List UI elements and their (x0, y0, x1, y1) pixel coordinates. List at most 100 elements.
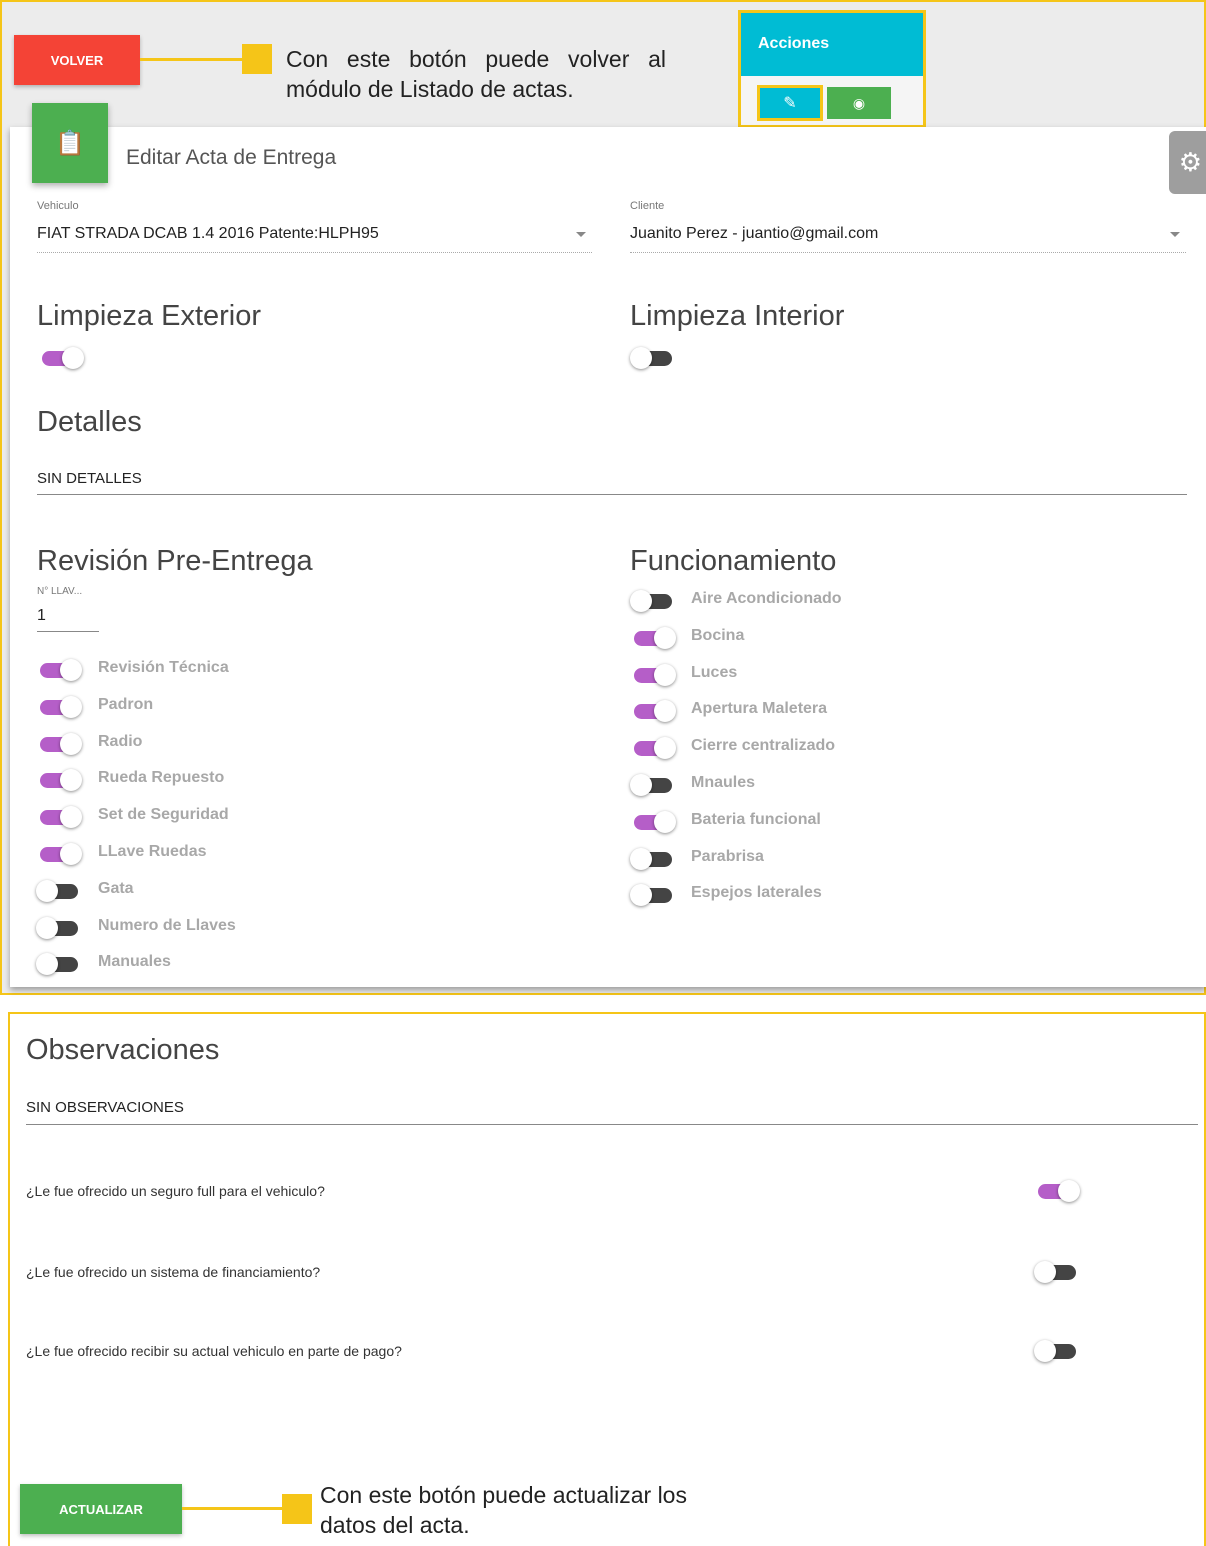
question-text: ¿Le fue ofrecido recibir su actual vehic… (26, 1343, 402, 1359)
question-toggle[interactable] (1034, 1179, 1080, 1203)
revision-item-label: Manuales (98, 953, 171, 971)
revision-toggle[interactable] (36, 695, 82, 719)
detalles-field[interactable]: SIN DETALLES (37, 470, 142, 487)
funcionamiento-toggle[interactable] (630, 736, 676, 760)
toggle-knob (60, 695, 82, 718)
funcionamiento-item-label: Bateria funcional (691, 810, 821, 828)
toggle-knob (1034, 1340, 1056, 1362)
revision-toggle[interactable] (36, 658, 82, 682)
toggle-knob (654, 700, 676, 723)
vehiculo-underline (37, 252, 592, 253)
toggle-knob (1034, 1261, 1056, 1283)
vehiculo-label: Vehiculo (37, 200, 79, 212)
funcionamiento-toggle[interactable] (630, 589, 676, 613)
callout-connector-actualizar (182, 1507, 292, 1510)
toggle-knob (630, 884, 652, 907)
toggle-knob (36, 879, 58, 902)
revision-item-label: Gata (98, 879, 134, 897)
observaciones-underline (26, 1124, 1198, 1125)
funcionamiento-toggle[interactable] (630, 847, 676, 871)
revision-item-label: LLave Ruedas (98, 843, 207, 860)
revision-item-label: Set de Seguridad (98, 806, 229, 824)
question-toggle[interactable] (1034, 1339, 1080, 1363)
funcionamiento-toggle[interactable] (630, 626, 676, 650)
toggle-knob (36, 953, 58, 976)
llaves-input[interactable]: 1 (37, 607, 46, 625)
funcionamiento-item-label: Cierre centralizado (691, 737, 836, 755)
revision-toggle[interactable] (36, 952, 82, 976)
funcionamiento-item-label: Espejos laterales (691, 884, 822, 902)
cliente-label: Cliente (630, 200, 665, 212)
detalles-underline (37, 494, 1187, 495)
limpieza-exterior-heading: Limpieza Exterior (37, 300, 262, 332)
acciones-header: Acciones (741, 13, 923, 76)
toggle-knob (630, 847, 652, 870)
funcionamiento-item-label: Mnaules (691, 774, 756, 791)
funcionamiento-toggle[interactable] (630, 773, 676, 797)
limpieza-interior-toggle[interactable] (630, 346, 676, 370)
funcionamiento-item-label: Parabrisa (691, 847, 764, 865)
question-text: ¿Le fue ofrecido un seguro full para el … (26, 1183, 325, 1199)
revision-item-label: Padron (98, 695, 154, 713)
funcionamiento-toggle[interactable] (630, 699, 676, 723)
toggle-knob (630, 774, 652, 796)
view-action-button[interactable]: ◉ (827, 87, 891, 119)
toggle-knob (654, 737, 676, 760)
callout-text-actualizar: Con este botón puede actualizar los dato… (320, 1482, 687, 1538)
revision-heading: Revisión Pre-Entrega (37, 545, 313, 577)
limpieza-interior-heading: Limpieza Interior (630, 300, 845, 332)
toggle-knob (60, 843, 82, 865)
question-text: ¿Le fue ofrecido un sistema de financiam… (26, 1264, 321, 1280)
toggle-knob (60, 769, 82, 792)
volver-button[interactable]: VOLVER (14, 35, 140, 85)
callout-marker-volver (242, 44, 272, 74)
toggle-knob (60, 659, 82, 681)
revision-item-label: Numero de Llaves (98, 916, 236, 934)
toggle-knob (36, 916, 58, 939)
edit-action-button[interactable]: ✎ (757, 85, 823, 121)
cliente-underline (630, 252, 1186, 253)
llaves-underline (37, 631, 99, 632)
revision-toggle[interactable] (36, 732, 82, 756)
vehiculo-select[interactable]: FIAT STRADA DCAB 1.4 2016 Patente:HLPH95 (37, 225, 379, 243)
funcionamiento-item-label: Aire Acondicionado (691, 590, 842, 607)
observaciones-field[interactable]: SIN OBSERVACIONES (26, 1099, 184, 1116)
gear-icon[interactable]: ⚙ (1169, 131, 1206, 194)
toggle-knob (60, 806, 82, 829)
eye-icon: ◉ (852, 94, 866, 111)
revision-toggle[interactable] (36, 842, 82, 866)
revision-item-label: Revisión Técnica (98, 659, 229, 676)
revision-toggle[interactable] (36, 805, 82, 829)
toggle-knob (630, 590, 652, 612)
chevron-down-icon[interactable] (1170, 232, 1180, 237)
callout-text-volver: Con este botón puede volver al módulo de… (286, 46, 666, 102)
revision-toggle[interactable] (36, 916, 82, 940)
funcionamiento-toggle[interactable] (630, 810, 676, 834)
clipboard-icon: 📋 (32, 103, 108, 183)
toggle-knob (654, 626, 676, 649)
funcionamiento-toggle[interactable] (630, 663, 676, 687)
actualizar-button[interactable]: ACTUALIZAR (20, 1484, 182, 1534)
llaves-label: N° LLAV... (37, 586, 83, 597)
cliente-select[interactable]: Juanito Perez - juantio@gmail.com (630, 225, 878, 243)
toggle-knob (60, 732, 82, 755)
limpieza-exterior-toggle[interactable] (38, 346, 84, 370)
question-toggle[interactable] (1034, 1260, 1080, 1284)
acciones-panel: Acciones ✎ ◉ (738, 10, 926, 128)
revision-toggle[interactable] (36, 768, 82, 792)
observaciones-heading: Observaciones (26, 1034, 220, 1066)
detalles-heading: Detalles (37, 406, 142, 438)
chevron-down-icon[interactable] (576, 232, 586, 237)
revision-toggle[interactable] (36, 879, 82, 903)
funcionamiento-toggle[interactable] (630, 883, 676, 907)
pencil-icon: ✎ (783, 95, 797, 112)
funcionamiento-item-label: Apertura Maletera (691, 700, 828, 718)
toggle-knob (654, 663, 676, 686)
revision-item-label: Rueda Repuesto (98, 769, 225, 787)
callout-connector-volver (140, 58, 250, 61)
card-title: Editar Acta de Entrega (126, 146, 337, 169)
toggle-knob (1058, 1180, 1080, 1202)
revision-item-label: Radio (98, 732, 143, 750)
funcionamiento-heading: Funcionamiento (630, 545, 837, 577)
callout-marker-actualizar (282, 1494, 312, 1524)
